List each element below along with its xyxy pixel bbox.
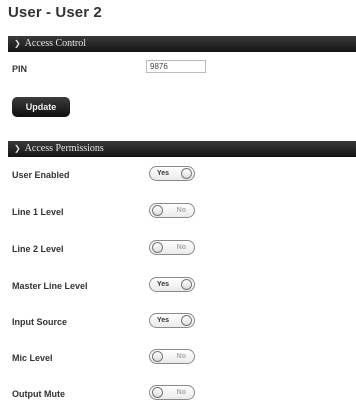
page-title: User - User 2 xyxy=(8,4,102,21)
toggle-knob xyxy=(152,242,163,253)
access-permissions-header[interactable]: ❯ Access Permissions xyxy=(8,141,356,157)
toggle-state-text: Yes xyxy=(157,317,170,324)
toggle-knob xyxy=(181,279,192,290)
toggle-state-text: No xyxy=(176,244,186,251)
line-1-level-toggle[interactable]: No xyxy=(149,203,195,218)
toggle-knob xyxy=(152,205,163,216)
toggle-knob xyxy=(152,351,163,362)
master-line-level-label: Master Line Level xyxy=(12,281,88,291)
toggle-state-text: Yes xyxy=(157,281,170,288)
toggle-knob xyxy=(152,387,163,398)
toggle-knob xyxy=(181,315,192,326)
user-enabled-toggle[interactable]: Yes xyxy=(149,166,195,181)
access-control-header[interactable]: ❯ Access Control xyxy=(8,36,356,52)
toggle-state-text: Yes xyxy=(157,170,170,177)
output-mute-label: Output Mute xyxy=(12,389,65,399)
master-line-level-toggle[interactable]: Yes xyxy=(149,277,195,292)
output-mute-toggle[interactable]: No xyxy=(149,385,195,400)
line-2-level-label: Line 2 Level xyxy=(12,244,64,254)
user-enabled-label: User Enabled xyxy=(12,170,70,180)
access-permissions-header-label: Access Permissions xyxy=(24,143,104,154)
input-source-toggle[interactable]: Yes xyxy=(149,313,195,328)
pin-label: PIN xyxy=(12,64,28,74)
line-2-level-toggle[interactable]: No xyxy=(149,240,195,255)
mic-level-label: Mic Level xyxy=(12,353,53,363)
input-source-label: Input Source xyxy=(12,317,68,327)
toggle-state-text: No xyxy=(176,389,186,396)
pin-input[interactable] xyxy=(146,60,206,73)
chevron-down-icon: ❯ xyxy=(14,144,21,153)
line-1-level-label: Line 1 Level xyxy=(12,207,64,217)
update-button[interactable]: Update xyxy=(12,97,70,117)
toggle-knob xyxy=(181,168,192,179)
access-control-header-label: Access Control xyxy=(24,38,87,49)
toggle-state-text: No xyxy=(176,353,186,360)
mic-level-toggle[interactable]: No xyxy=(149,349,195,364)
chevron-down-icon: ❯ xyxy=(14,39,21,48)
toggle-state-text: No xyxy=(176,207,186,214)
